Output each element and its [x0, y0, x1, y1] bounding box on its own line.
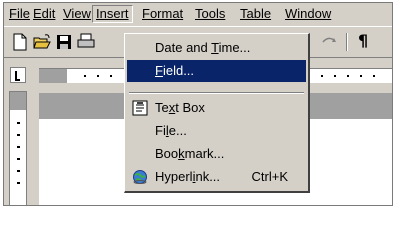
menu-item-text-box[interactable]: Text Box [127, 97, 306, 119]
menu-window-label: Window [285, 6, 332, 21]
ruler-tick [17, 122, 20, 124]
menu-item-label: Fi [155, 123, 166, 138]
menu-view-label: View [63, 6, 91, 21]
menu-view[interactable]: View [60, 6, 94, 22]
insert-menu-dropdown: Date and Time... Field... Text Box File.… [124, 33, 310, 193]
menu-item-file[interactable]: File... [127, 120, 306, 142]
ruler-tick [334, 75, 336, 77]
save-icon[interactable] [54, 32, 74, 52]
menu-item-label: Te [155, 100, 169, 115]
menu-item-accelerator: T [211, 40, 219, 55]
menu-window[interactable]: Window [282, 6, 334, 22]
ruler-tick [17, 146, 20, 148]
menu-item-hyperlink[interactable]: Hyperlink... Ctrl+K [127, 166, 306, 188]
menu-item-label: ield... [162, 63, 195, 78]
menu-table[interactable]: Table [237, 6, 274, 22]
ruler-tick [17, 170, 20, 172]
menu-item-label: Date and [155, 40, 212, 55]
menu-item-label: t Box [175, 100, 205, 115]
menu-item-label: Boo [155, 146, 179, 161]
menu-tools[interactable]: Tools [192, 6, 228, 22]
show-hide-formatting-button[interactable]: ¶ [358, 31, 368, 50]
toolbar-separator [346, 33, 348, 51]
menu-item-label: nk... [195, 169, 221, 184]
ruler-tick [360, 75, 362, 77]
ruler-tick [110, 75, 112, 77]
menu-item-label: e... [168, 123, 187, 138]
application-window: File Edit View Insert Format Tools Table… [3, 2, 393, 206]
text-box-icon [132, 100, 148, 116]
menu-item-label: Hyperl [155, 169, 193, 184]
vertical-ruler[interactable] [9, 91, 27, 205]
ruler-tick [347, 75, 349, 77]
ruler-tick [84, 75, 86, 77]
menu-edit-label: Edit [33, 6, 56, 21]
ruler-tick [97, 75, 99, 77]
ruler-tick [321, 75, 323, 77]
menu-item-bookmark[interactable]: Bookmark... [127, 143, 306, 165]
menu-item-label: mark... [184, 146, 225, 161]
menu-item-shortcut: Ctrl+K [251, 169, 288, 184]
ruler-margin [39, 69, 67, 83]
menu-separator [129, 92, 304, 94]
hyperlink-globe-icon [132, 169, 148, 185]
menu-table-label: Table [240, 6, 272, 21]
menu-file-label: File [9, 6, 30, 21]
undo-icon[interactable] [320, 32, 340, 52]
ruler-tick [17, 182, 20, 184]
ruler-tick [373, 75, 375, 77]
menu-format[interactable]: Format [139, 6, 186, 22]
menu-file[interactable]: File [6, 6, 33, 22]
new-document-icon[interactable] [10, 32, 30, 52]
menu-bar: File Edit View Insert Format Tools Table… [4, 3, 392, 25]
tab-stop-selector[interactable] [10, 67, 26, 83]
menu-item-date-and-time[interactable]: Date and Time... [127, 37, 306, 59]
menu-tools-label: Tools [195, 6, 226, 21]
menu-item-accelerator: F [155, 63, 163, 78]
menu-insert[interactable]: Insert [92, 5, 133, 23]
menu-edit[interactable]: Edit [30, 6, 58, 22]
open-folder-icon[interactable] [32, 32, 52, 52]
menu-item-field[interactable]: Field... [127, 60, 306, 82]
print-icon[interactable] [76, 32, 96, 52]
menu-insert-label: Insert [96, 6, 129, 21]
ruler-tick [17, 134, 20, 136]
menu-format-label: Format [142, 6, 184, 21]
ruler-tick [17, 158, 20, 160]
menu-item-label: ime... [218, 40, 251, 55]
ruler-margin [10, 92, 26, 110]
